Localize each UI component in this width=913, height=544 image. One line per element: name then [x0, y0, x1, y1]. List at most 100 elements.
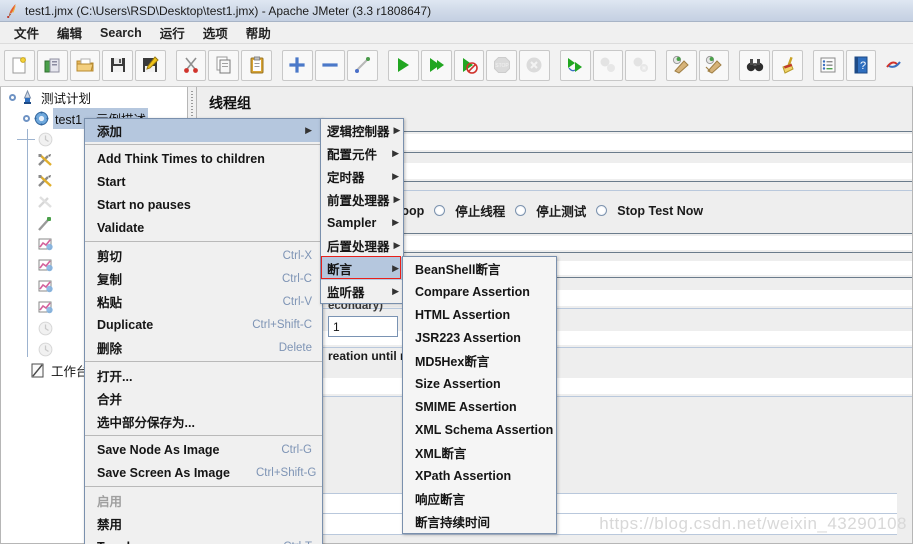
menu-item-label: Save Screen As Image [97, 465, 230, 480]
expand-all-plus-icon[interactable] [281, 49, 313, 81]
assertion-item-size[interactable]: Size Assertion [403, 372, 556, 395]
assertion-item-response[interactable]: 响应断言 [403, 487, 556, 510]
start-no-pauses-icon[interactable] [420, 49, 452, 81]
undo-redo-icon[interactable] [878, 50, 909, 81]
submenu-item-sampler[interactable]: Sampler ▶ [321, 211, 403, 234]
assertion-item-duration[interactable]: 断言持续时间 [403, 510, 556, 533]
radio-stop-test[interactable] [515, 205, 527, 216]
menu-item-save-screen-image[interactable]: Save Screen As Image Ctrl+Shift-G [85, 461, 322, 484]
submenu-item-logic-controller[interactable]: 逻辑控制器 ▶ [321, 119, 403, 142]
toggle-node-icon[interactable] [347, 49, 379, 81]
search-reset-broom-icon[interactable] [772, 49, 803, 81]
chevron-right-icon: ▶ [392, 217, 399, 227]
menu-item-label: 响应断言 [415, 493, 466, 507]
menu-item-copy[interactable]: 复制 Ctrl-C [85, 267, 322, 290]
menu-search[interactable]: Search [92, 24, 150, 42]
copy-icon[interactable] [208, 49, 240, 81]
function-helper-icon[interactable] [812, 49, 844, 81]
save-as-icon[interactable] [135, 49, 166, 81]
stop-sign-icon: STOP [486, 49, 518, 81]
expand-handle-icon[interactable] [21, 113, 33, 125]
templates-icon[interactable] [36, 49, 68, 81]
assertion-item-smime[interactable]: SMIME Assertion [403, 395, 556, 418]
toolbar-separator [657, 50, 665, 81]
submenu-item-listener[interactable]: 监听器 ▶ [321, 280, 403, 303]
shutdown-icon [519, 49, 550, 81]
assertion-item-xpath[interactable]: XPath Assertion [403, 464, 556, 487]
assertion-item-compare[interactable]: Compare Assertion [403, 280, 556, 303]
remote-start-all-icon[interactable] [559, 49, 591, 81]
menu-item-label: HTML Assertion [415, 307, 511, 322]
open-folder-icon[interactable] [69, 49, 101, 81]
menu-item-cut[interactable]: 剪切 Ctrl-X [85, 244, 322, 267]
duration-field[interactable] [328, 316, 398, 337]
menu-item-label: 逻辑控制器 [327, 125, 390, 139]
submenu-item-pre-processor[interactable]: 前置处理器 ▶ [321, 188, 403, 211]
menu-item-label: Add Think Times to children [97, 151, 265, 166]
collapse-all-minus-icon[interactable] [314, 49, 346, 81]
start-no-timers-icon[interactable] [453, 49, 485, 81]
menu-item-label: 剪切 [97, 250, 123, 264]
listener-chart-icon [37, 257, 54, 274]
menu-item-add-think-times[interactable]: Add Think Times to children [85, 147, 322, 170]
assertion-item-md5hex[interactable]: MD5Hex断言 [403, 349, 556, 372]
cut-scissors-icon[interactable] [175, 49, 207, 81]
assertions-submenu[interactable]: BeanShell断言 Compare Assertion HTML Asser… [402, 256, 557, 534]
menu-item-label: BeanShell断言 [415, 263, 501, 277]
menu-item-open[interactable]: 打开... [85, 364, 322, 387]
menu-item-accelerator: Ctrl-X [282, 249, 312, 262]
menu-item-add[interactable]: 添加 ▶ [85, 119, 322, 142]
menu-edit[interactable]: 编辑 [49, 21, 90, 44]
menu-item-label: 前置处理器 [327, 194, 390, 208]
paste-clipboard-icon[interactable] [241, 49, 272, 81]
new-document-icon[interactable] [4, 49, 35, 81]
menu-run[interactable]: 运行 [152, 21, 193, 44]
submenu-item-timer[interactable]: 定时器 ▶ [321, 165, 403, 188]
assertion-item-html[interactable]: HTML Assertion [403, 303, 556, 326]
menu-item-start-no-pauses[interactable]: Start no pauses [85, 193, 322, 216]
tree-node-test-plan[interactable]: 测试计划 [1, 87, 187, 108]
save-icon[interactable] [102, 49, 133, 81]
toolbar-separator [551, 50, 559, 81]
menu-item-save-selection[interactable]: 选中部分保存为... [85, 410, 322, 433]
menu-item-toggle[interactable]: Toggle Ctrl-T [85, 535, 322, 544]
submenu-item-config-element[interactable]: 配置元件 ▶ [321, 142, 403, 165]
start-play-icon[interactable] [388, 49, 419, 81]
help-book-icon[interactable]: ? [845, 49, 877, 81]
menu-help[interactable]: 帮助 [238, 21, 279, 44]
submenu-item-assertions[interactable]: 断言 ▶ [321, 257, 403, 280]
assertion-item-jsr223[interactable]: JSR223 Assertion [403, 326, 556, 349]
toolbar-separator [730, 50, 738, 81]
menu-item-accelerator: Ctrl-V [282, 295, 312, 308]
clear-icon[interactable] [665, 49, 697, 81]
radio-stop-test-now[interactable] [596, 205, 608, 216]
toolbar-separator [273, 50, 281, 81]
expand-handle-icon[interactable] [7, 92, 19, 104]
menu-item-duplicate[interactable]: Duplicate Ctrl+Shift-C [85, 313, 322, 336]
menu-item-disable[interactable]: 禁用 [85, 512, 322, 535]
menu-item-label: MD5Hex断言 [415, 355, 490, 369]
menu-item-merge[interactable]: 合并 [85, 387, 322, 410]
menu-options[interactable]: 选项 [195, 21, 236, 44]
radio-stop-thread[interactable] [434, 205, 446, 216]
assertion-item-xml[interactable]: XML断言 [403, 441, 556, 464]
menu-item-start[interactable]: Start [85, 170, 322, 193]
search-binoculars-icon[interactable] [739, 49, 771, 81]
add-submenu[interactable]: 逻辑控制器 ▶ 配置元件 ▶ 定时器 ▶ 前置处理器 ▶ Sampler ▶ 后… [320, 118, 404, 304]
clear-all-icon[interactable] [698, 49, 730, 81]
menu-item-save-node-image[interactable]: Save Node As Image Ctrl-G [85, 438, 322, 461]
menu-item-paste[interactable]: 粘贴 Ctrl-V [85, 290, 322, 313]
radio-label-stop-test: 停止测试 [536, 205, 587, 219]
assertion-item-xml-schema[interactable]: XML Schema Assertion [403, 418, 556, 441]
pre-processor-icon [37, 215, 54, 232]
menu-item-label: 后置处理器 [327, 240, 390, 254]
menu-item-label: SMIME Assertion [415, 399, 517, 414]
node-context-menu[interactable]: 添加 ▶ Add Think Times to children Start S… [84, 118, 323, 544]
assertion-item-beanshell[interactable]: BeanShell断言 [403, 257, 556, 280]
menu-item-validate[interactable]: Validate [85, 216, 322, 239]
submenu-item-post-processor[interactable]: 后置处理器 ▶ [321, 234, 403, 257]
menu-file[interactable]: 文件 [6, 21, 47, 44]
toolbar-separator [167, 50, 175, 81]
menu-item-delete[interactable]: 删除 Delete [85, 336, 322, 359]
menu-item-label: 合并 [97, 393, 123, 407]
